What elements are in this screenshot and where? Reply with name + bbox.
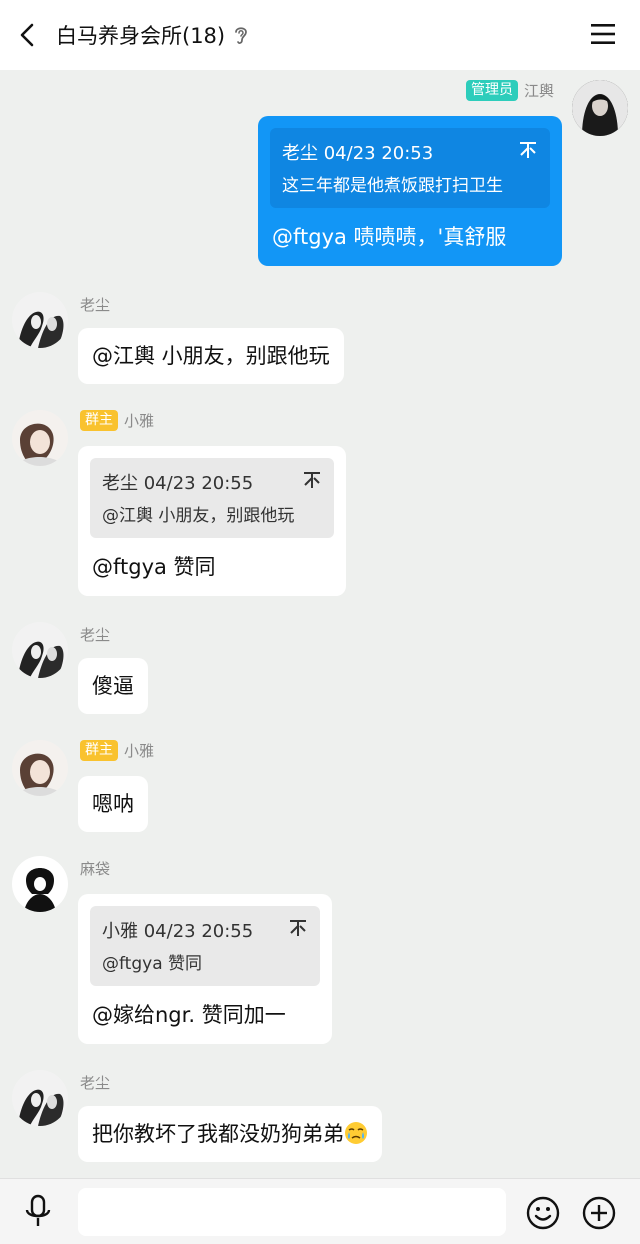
sender-name: 老尘	[80, 626, 111, 644]
avatar-image	[12, 1070, 68, 1126]
quote-text: 这三年都是他煮饭跟打扫卫生	[282, 176, 503, 196]
message-text: 把你教坏了我都没奶狗弟弟	[92, 1122, 344, 1146]
quoted-message[interactable]: 小雅 04/23 20:55 @ftgya 赞同	[90, 906, 320, 986]
sender-row: 管理员 江輿	[465, 80, 554, 101]
admin-badge: 管理员	[465, 80, 518, 101]
avatar[interactable]	[12, 410, 68, 466]
sender-row: 麻袋	[80, 858, 110, 879]
avatar-image	[12, 292, 68, 348]
sender-row: 老尘	[80, 1072, 110, 1093]
message-text: @江輿 小朋友，别跟他玩	[92, 344, 330, 368]
message-bubble[interactable]: 嗯呐	[78, 776, 148, 832]
sender-name: 小雅	[124, 412, 155, 430]
chevron-left-icon[interactable]	[14, 21, 42, 49]
message-text: @ftgya 赞同	[92, 555, 216, 579]
message-list[interactable]: 管理员 江輿 老尘 04/23 20:53 这三年都是他煮饭跟打扫卫生 @ftg…	[0, 70, 640, 1178]
message-bubble[interactable]: 把你教坏了我都没奶狗弟弟	[78, 1106, 382, 1162]
avatar-image	[572, 80, 628, 136]
crying-face-emoji	[345, 1122, 367, 1144]
message-text: 傻逼	[92, 674, 134, 698]
sender-row: 老尘	[80, 294, 110, 315]
plus-circle-icon[interactable]	[582, 1196, 616, 1230]
message-text: @ftgya 啧啧啧，'真舒服	[272, 225, 507, 249]
quote-author-time: 老尘 04/23 20:53	[282, 143, 434, 164]
quoted-message[interactable]: 老尘 04/23 20:53 这三年都是他煮饭跟打扫卫生	[270, 128, 550, 208]
message-bubble[interactable]: 小雅 04/23 20:55 @ftgya 赞同 @嫁给ngr. 赞同加一	[78, 894, 332, 1044]
sender-name: 老尘	[80, 296, 111, 314]
quote-text: @江輿 小朋友，别跟他玩	[102, 506, 295, 526]
quote-text: @ftgya 赞同	[102, 954, 203, 974]
message-bubble[interactable]: 傻逼	[78, 658, 148, 714]
smiley-icon[interactable]	[526, 1196, 560, 1230]
avatar[interactable]	[12, 292, 68, 348]
input-bar	[0, 1178, 640, 1244]
chat-header: 白马养身会所(18)	[0, 0, 640, 70]
message-text: 嗯呐	[92, 792, 134, 816]
sender-row: 群主 小雅	[80, 740, 154, 761]
sender-name: 麻袋	[80, 860, 111, 878]
message-input[interactable]	[78, 1188, 506, 1236]
microphone-icon[interactable]	[22, 1194, 54, 1228]
message-text: @嫁给ngr. 赞同加一	[92, 1003, 286, 1027]
ear-icon	[235, 27, 247, 44]
quote-author-time: 老尘 04/23 20:55	[102, 473, 254, 494]
sender-name: 老尘	[80, 1074, 111, 1092]
avatar-image	[12, 410, 68, 466]
chat-title[interactable]: 白马养身会所(18)	[56, 20, 249, 50]
pin-icon	[290, 920, 306, 936]
owner-badge: 群主	[80, 410, 118, 431]
avatar[interactable]	[572, 80, 628, 136]
avatar[interactable]	[12, 622, 68, 678]
sender-name: 江輿	[523, 82, 554, 100]
quote-author-time: 小雅 04/23 20:55	[102, 921, 254, 942]
owner-badge: 群主	[80, 740, 118, 761]
group-name: 白马养身会所(18)	[56, 24, 226, 48]
avatar-image	[12, 740, 68, 796]
avatar[interactable]	[12, 740, 68, 796]
avatar-image	[12, 856, 68, 912]
sender-row: 老尘	[80, 624, 110, 645]
message-bubble[interactable]: 老尘 04/23 20:55 @江輿 小朋友，别跟他玩 @ftgya 赞同	[78, 446, 346, 596]
pin-icon	[520, 142, 536, 158]
avatar[interactable]	[12, 1070, 68, 1126]
avatar[interactable]	[12, 856, 68, 912]
message-bubble[interactable]: @江輿 小朋友，别跟他玩	[78, 328, 344, 384]
avatar-image	[12, 622, 68, 678]
quoted-message[interactable]: 老尘 04/23 20:55 @江輿 小朋友，别跟他玩	[90, 458, 334, 538]
pin-icon	[304, 472, 320, 488]
sender-name: 小雅	[124, 742, 155, 760]
sender-row: 群主 小雅	[80, 410, 154, 431]
message-bubble[interactable]: 老尘 04/23 20:53 这三年都是他煮饭跟打扫卫生 @ftgya 啧啧啧，…	[258, 116, 562, 266]
menu-icon[interactable]	[590, 22, 616, 46]
